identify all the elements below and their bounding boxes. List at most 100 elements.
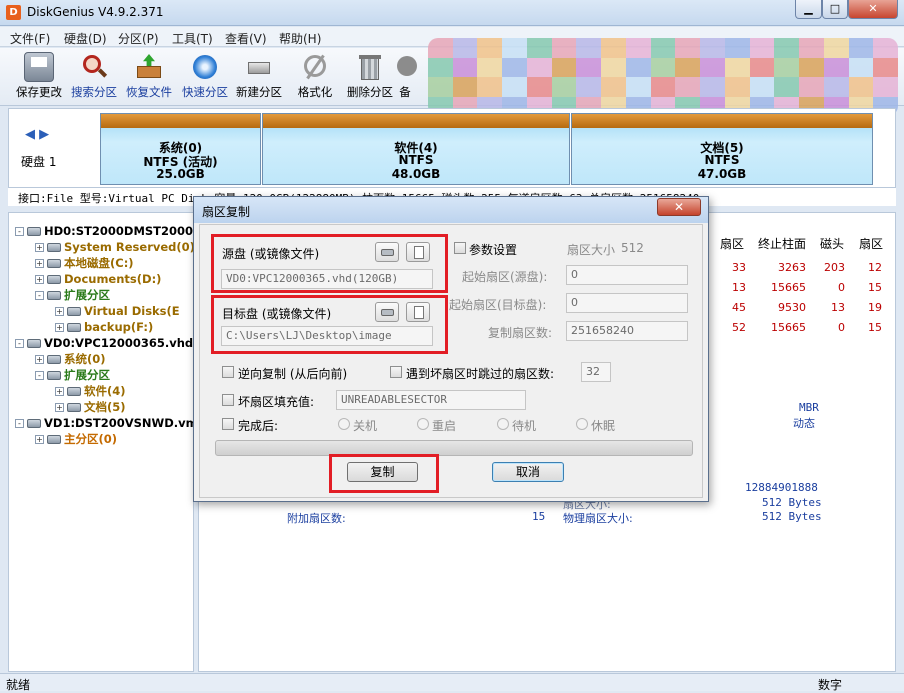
collapse-icon[interactable]: -	[15, 339, 24, 348]
tree-node[interactable]: - VD1:DST200VSNWD.vmdk	[15, 415, 193, 431]
expand-icon[interactable]: +	[35, 259, 44, 268]
tree-node[interactable]: + 主分区(0)	[35, 431, 117, 447]
tree-node[interactable]: - HD0:ST2000DMST2000DM	[15, 223, 193, 239]
disk-tree-panel: -HD0:ST2000DMST2000DM+System Reserved(0)…	[8, 212, 194, 672]
mosaic-tile	[799, 57, 824, 77]
mosaic-tile	[625, 38, 651, 58]
tree-node[interactable]: - 扩展分区	[35, 367, 110, 383]
tree-node[interactable]: + Virtual Disks(E	[55, 303, 180, 319]
maximize-button[interactable]: □	[822, 0, 848, 19]
tree-node-label: 文档(5)	[84, 400, 126, 414]
delete-partition-icon	[355, 52, 385, 82]
mosaic-tile	[526, 77, 552, 97]
expand-icon[interactable]: +	[55, 323, 64, 332]
radio-restart[interactable]	[417, 418, 429, 430]
reverse-copy-label: 逆向复制 (从后向前)	[238, 367, 348, 381]
recover-files-button[interactable]: 恢复文件	[121, 52, 177, 100]
disk-icon	[47, 435, 61, 444]
menu-disk[interactable]: 硬盘(D)	[64, 30, 107, 47]
tree-node[interactable]: + 文档(5)	[55, 399, 126, 415]
tree-node[interactable]: - 扩展分区	[35, 287, 110, 303]
mosaic-tile	[823, 57, 849, 77]
quick-partition-button[interactable]: 快速分区	[177, 52, 233, 100]
dialog-close-button[interactable]: ✕	[657, 198, 701, 216]
menu-help[interactable]: 帮助(H)	[279, 30, 321, 47]
new-partition-icon	[244, 52, 274, 82]
collapse-icon[interactable]: -	[35, 291, 44, 300]
fill-bad-sectors-checkbox[interactable]	[222, 394, 234, 406]
disk-icon	[47, 355, 61, 364]
menu-file[interactable]: 文件(F)	[10, 30, 50, 47]
collapse-icon[interactable]: -	[15, 419, 24, 428]
col-head: 磁头	[820, 237, 845, 251]
tree-node-label: backup(F:)	[84, 320, 154, 334]
radio-hibernate[interactable]	[576, 418, 588, 430]
radio-standby[interactable]	[497, 418, 509, 430]
backup-button[interactable]: 备	[390, 52, 420, 100]
fill-bad-sectors-input[interactable]: UNREADABLESECTOR	[336, 390, 526, 410]
copy-sector-count-input[interactable]: 251658240	[566, 321, 688, 341]
start-sector-target-input[interactable]: 0	[566, 293, 688, 313]
disk-nav-arrows-icon[interactable]: ◀ ▶	[25, 127, 49, 142]
expand-icon[interactable]: +	[35, 355, 44, 364]
menu-tools[interactable]: 工具(T)	[172, 30, 213, 47]
numlock-indicator: 数字	[818, 678, 843, 692]
disk-icon	[27, 227, 41, 236]
tree-node[interactable]: + 系统(0)	[35, 351, 106, 367]
tree-node[interactable]: + 本地磁盘(C:)	[35, 255, 134, 271]
save-changes-button[interactable]: 保存更改	[11, 52, 67, 100]
collapse-icon[interactable]: -	[15, 227, 24, 236]
sector-copy-dialog: 扇区复制 ✕ 源盘 (或镜像文件) VD0:VPC12000365.vhd(12…	[193, 196, 709, 502]
menu-view[interactable]: 查看(V)	[225, 30, 267, 47]
tree-node[interactable]: + backup(F:)	[55, 319, 153, 335]
expand-icon[interactable]: +	[35, 435, 44, 444]
search-partition-button[interactable]: 搜索分区	[66, 52, 122, 100]
mosaic-tile	[551, 77, 577, 97]
after-complete-checkbox[interactable]	[222, 418, 234, 430]
new-partition-button[interactable]: 新建分区	[231, 52, 287, 100]
expand-icon[interactable]: +	[55, 307, 64, 316]
mosaic-tile	[873, 57, 898, 77]
search-partition-icon	[79, 52, 109, 82]
menu-partition[interactable]: 分区(P)	[118, 30, 159, 47]
table-cell: 0	[838, 281, 845, 294]
dialog-title-bar: 扇区复制 ✕	[194, 197, 708, 223]
tree-node[interactable]: + System Reserved(0)	[35, 239, 193, 255]
highlight-target-box	[211, 295, 448, 354]
expand-icon[interactable]: +	[55, 387, 64, 396]
col-end-cylinder: 终止柱面	[758, 237, 807, 251]
disk-icon	[47, 291, 61, 300]
cancel-button[interactable]: 取消	[492, 462, 564, 482]
skip-bad-sectors-checkbox[interactable]	[390, 366, 402, 378]
radio-shutdown[interactable]	[338, 418, 350, 430]
mosaic-tile	[625, 57, 651, 77]
physical-sector-label: 物理扇区大小:	[563, 512, 633, 525]
partition-block-system[interactable]: 系统(0) NTFS (活动) 25.0GB	[100, 113, 261, 185]
start-sector-source-input[interactable]: 0	[566, 265, 688, 285]
tree-node-label: Virtual Disks(E	[84, 304, 180, 318]
disk-icon	[67, 387, 81, 396]
expand-icon[interactable]: +	[35, 243, 44, 252]
mosaic-tile	[675, 77, 701, 97]
reverse-copy-checkbox[interactable]	[222, 366, 234, 378]
mosaic-tile	[823, 77, 849, 97]
param-settings-checkbox[interactable]	[454, 242, 466, 254]
expand-icon[interactable]: +	[55, 403, 64, 412]
total-bytes: 12884901888	[745, 481, 818, 494]
skip-bad-sectors-input[interactable]: 32	[581, 362, 611, 382]
partition-block-documents[interactable]: 文档(5) NTFS 47.0GB	[571, 113, 873, 185]
tree-node[interactable]: + 软件(4)	[55, 383, 126, 399]
mosaic-tile	[452, 38, 478, 58]
tree-node[interactable]: + Documents(D:)	[35, 271, 161, 287]
format-button[interactable]: 格式化	[287, 52, 343, 100]
tree-node[interactable]: - VD0:VPC12000365.vhd(	[15, 335, 193, 351]
mosaic-tile	[650, 77, 676, 97]
mosaic-tile	[551, 38, 577, 58]
expand-icon[interactable]: +	[35, 275, 44, 284]
collapse-icon[interactable]: -	[35, 371, 44, 380]
partition-block-software[interactable]: 软件(4) NTFS 48.0GB	[262, 113, 570, 185]
highlight-copy-button-box	[329, 454, 439, 493]
close-button[interactable]: ✕	[848, 0, 898, 19]
minimize-button[interactable]: ▁	[795, 0, 822, 19]
mosaic-tile	[675, 57, 701, 77]
